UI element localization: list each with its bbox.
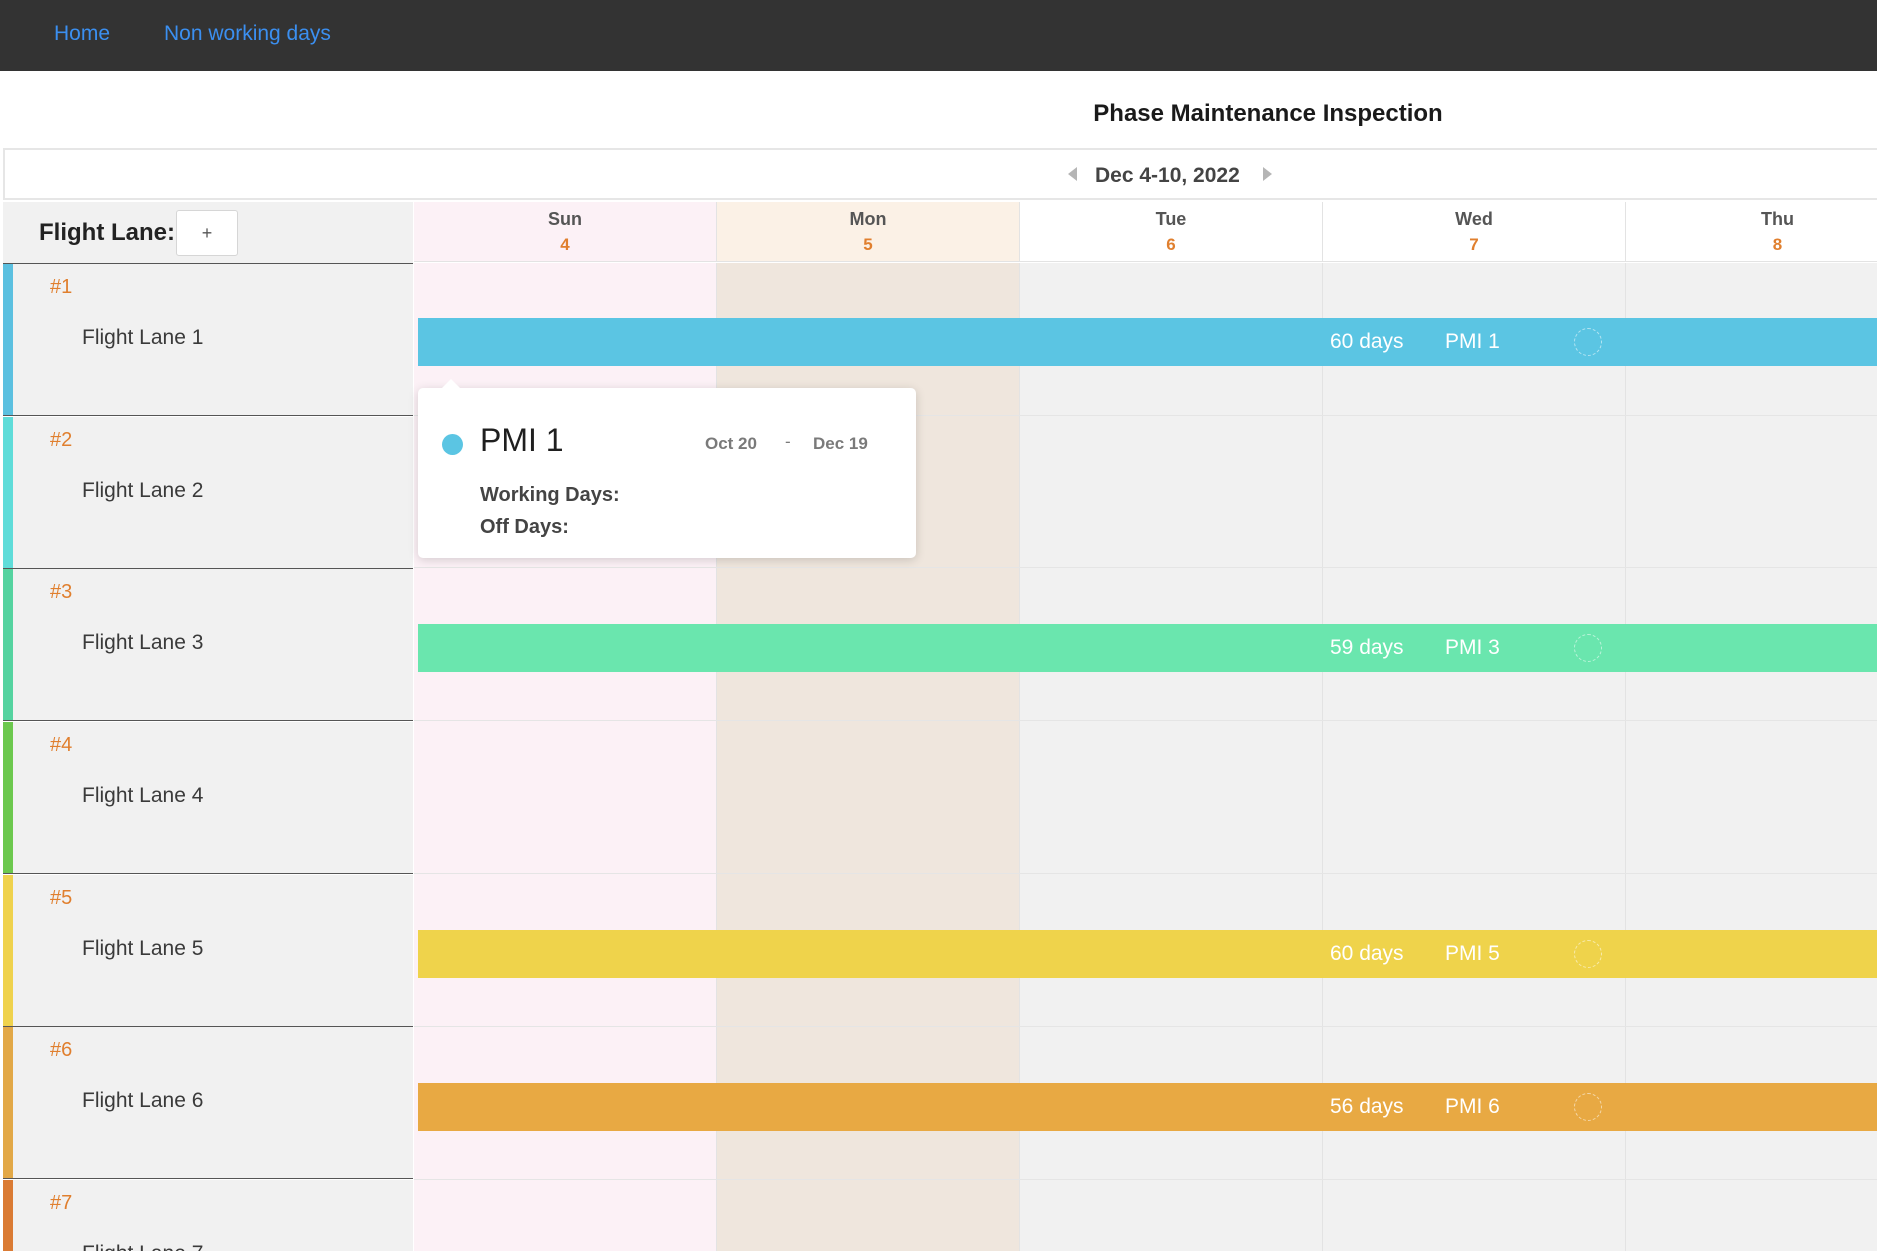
- row-divider: [414, 1179, 1877, 1180]
- day-name: Tue: [1155, 209, 1187, 229]
- day-number: 4: [560, 235, 570, 254]
- page-title: Phase Maintenance Inspection: [1093, 100, 1443, 127]
- lane-name: Flight Lane 1: [82, 326, 204, 349]
- off-days-label: Off Days:: [480, 516, 569, 538]
- day-number: 5: [863, 235, 873, 254]
- lane-name: Flight Lane 5: [82, 937, 204, 960]
- day-number: 6: [1166, 235, 1176, 254]
- tooltip-date-separator: -: [785, 432, 791, 451]
- nav-non-working-days-link[interactable]: Non working days: [164, 22, 331, 46]
- lane-number: #1: [50, 276, 73, 298]
- lane-color-stripe: [3, 569, 13, 720]
- lane-name: Flight Lane 7: [82, 1242, 203, 1251]
- row-divider: [414, 1026, 1877, 1027]
- day-header-mon[interactable]: Mon 5: [717, 202, 1020, 262]
- working-days-label: Working Days:: [480, 484, 620, 506]
- lane-number: #3: [50, 581, 73, 603]
- day-name: Sun: [548, 209, 582, 229]
- drag-handle-icon[interactable]: [1574, 1093, 1602, 1121]
- tooltip-end-date: Dec 19: [813, 434, 868, 453]
- pmi-event-bar[interactable]: 60 days PMI 1: [418, 318, 1877, 366]
- lane-number: #7: [50, 1192, 73, 1214]
- row-divider: [414, 567, 1877, 568]
- lane-name: Flight Lane 6: [82, 1089, 204, 1112]
- pmi-event-bar[interactable]: 56 days PMI 6: [418, 1083, 1877, 1131]
- event-duration: 56 days: [1330, 1095, 1404, 1118]
- lane-color-stripe: [3, 417, 13, 568]
- lane-color-stripe: [3, 722, 13, 873]
- top-nav: Home Non working days: [0, 0, 1877, 71]
- flight-lane-label: Flight Lane:: [39, 219, 175, 246]
- lane-color-stripe: [3, 875, 13, 1026]
- lane-name: Flight Lane 4: [82, 784, 204, 807]
- flight-lane-row[interactable]: #2 Flight Lane 2: [3, 417, 413, 569]
- drag-handle-icon[interactable]: [1574, 940, 1602, 968]
- flight-lane-row[interactable]: #1 Flight Lane 1: [3, 264, 413, 416]
- pmi-event-bar[interactable]: 60 days PMI 5: [418, 930, 1877, 978]
- drag-handle-icon[interactable]: [1574, 328, 1602, 356]
- event-name: PMI 6: [1445, 1095, 1500, 1118]
- event-duration: 59 days: [1330, 636, 1404, 659]
- row-divider: [414, 873, 1877, 874]
- pmi-event-bar[interactable]: 59 days PMI 3: [418, 624, 1877, 672]
- drag-handle-icon[interactable]: [1574, 634, 1602, 662]
- date-range-label: Dec 4-10, 2022: [1095, 164, 1240, 187]
- event-duration: 60 days: [1330, 330, 1404, 353]
- tooltip-start-date: Oct 20: [705, 434, 757, 453]
- day-header-sun[interactable]: Sun 4: [414, 202, 717, 262]
- flight-lane-row[interactable]: #4 Flight Lane 4: [3, 722, 413, 874]
- event-name: PMI 1: [1445, 330, 1500, 353]
- event-name: PMI 5: [1445, 942, 1500, 965]
- add-flight-lane-button[interactable]: +: [176, 210, 238, 256]
- day-number: 8: [1772, 235, 1783, 254]
- lane-number: #6: [50, 1039, 73, 1061]
- event-name: PMI 3: [1445, 636, 1500, 659]
- flight-lane-row[interactable]: #7 Flight Lane 7: [3, 1180, 413, 1251]
- event-tooltip: PMI 1 Oct 20 - Dec 19 Working Days: Off …: [418, 379, 916, 558]
- lane-number: #4: [50, 734, 73, 756]
- nav-home-link[interactable]: Home: [54, 22, 110, 46]
- lane-name: Flight Lane 3: [82, 631, 204, 654]
- lane-name: Flight Lane 2: [82, 479, 204, 502]
- next-week-arrow-icon[interactable]: [1263, 167, 1272, 181]
- lane-number: #5: [50, 887, 73, 909]
- event-color-dot-icon: [442, 434, 463, 455]
- lane-color-stripe: [3, 1180, 13, 1251]
- day-header-tue[interactable]: Tue 6: [1020, 202, 1323, 262]
- row-divider: [414, 720, 1877, 721]
- day-header-wed[interactable]: Wed 7: [1323, 202, 1626, 262]
- lane-color-stripe: [3, 264, 13, 415]
- day-name: Wed: [1455, 209, 1493, 229]
- lane-color-stripe: [3, 1027, 13, 1178]
- flight-lane-row[interactable]: #6 Flight Lane 6: [3, 1027, 413, 1179]
- day-header-thu[interactable]: Thu 8: [1626, 202, 1877, 262]
- prev-week-arrow-icon[interactable]: [1068, 167, 1077, 181]
- flight-lane-row[interactable]: #5 Flight Lane 5: [3, 875, 413, 1027]
- day-name: Mon: [849, 209, 887, 229]
- day-number: 7: [1469, 235, 1479, 254]
- date-navigator: Dec 4-10, 2022: [3, 148, 1877, 200]
- flight-lane-header: Flight Lane: +: [3, 202, 413, 264]
- flight-lane-row[interactable]: #3 Flight Lane 3: [3, 569, 413, 721]
- tooltip-title: PMI 1: [480, 422, 564, 458]
- day-name: Thu: [1761, 209, 1794, 229]
- lane-number: #2: [50, 429, 73, 451]
- event-duration: 60 days: [1330, 942, 1404, 965]
